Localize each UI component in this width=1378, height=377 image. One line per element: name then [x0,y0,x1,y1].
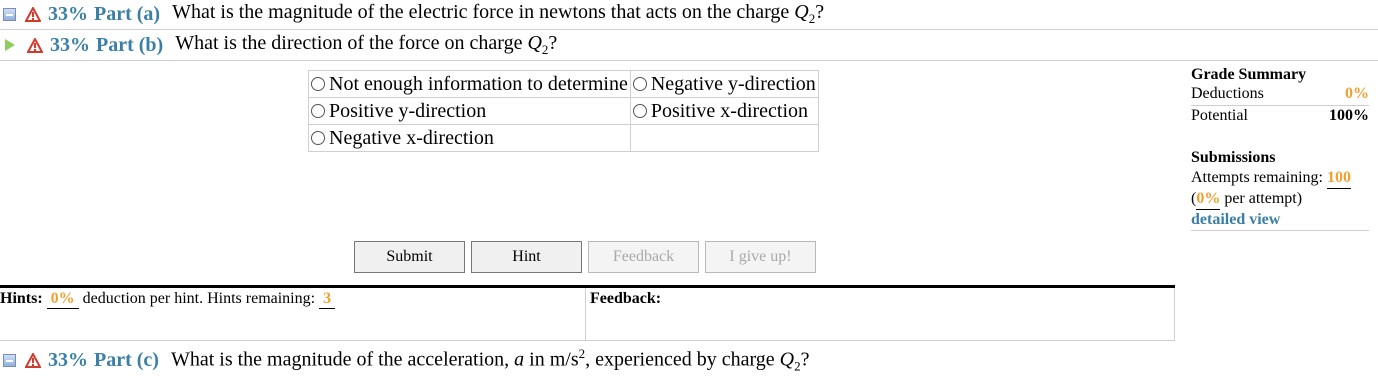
part-c-percent: 33% [48,348,88,371]
deductions-value: 0% [1345,85,1369,102]
part-c-header[interactable]: 33% Part (c) What is the magnitude of th… [0,346,809,374]
empty-cell [629,124,819,152]
option-label: Positive x-direction [650,99,809,122]
potential-label: Potential [1191,107,1248,124]
part-b-question: What is the direction of the force on ch… [175,32,558,57]
divider [0,60,1378,61]
hints-info: Hints: 0% deduction per hint. Hints rema… [0,290,336,309]
option-cell[interactable]: Negative x-direction [308,124,631,152]
attempts-line: Attempts remaining: 100 [1191,168,1369,189]
warning-icon [25,352,41,368]
per-attempt-line: (0% per attempt) [1191,189,1369,210]
option-label: Negative x-direction [329,126,494,149]
part-a-percent: 33% [48,2,88,25]
option-label: Negative y-direction [650,72,816,95]
play-icon[interactable] [5,39,15,51]
submit-button[interactable]: Submit [354,241,465,273]
part-a-label: Part (a) [94,2,161,25]
option-cell[interactable]: Positive y-direction [308,97,631,125]
feedback-button: Feedback [588,241,699,273]
part-b-percent: 33% [50,33,90,56]
option-label: Positive y-direction [329,99,487,122]
give-up-button: I give up! [705,241,816,273]
direction-options: Not enough information to determine Nega… [308,70,819,152]
part-b-header[interactable]: 33% Part (b) What is the direction of th… [0,31,557,59]
option-label: Not enough information to determine [329,72,628,95]
option-cell[interactable]: Not enough information to determine [308,70,631,98]
radio-button[interactable] [632,76,647,91]
part-b-label: Part (b) [96,33,164,56]
submissions-panel: Submissions Attempts remaining: 100 (0% … [1191,148,1369,231]
radio-button[interactable] [311,130,325,145]
hint-button[interactable]: Hint [471,241,582,273]
radio-button[interactable] [311,76,325,91]
feedback-panel: Feedback: [585,288,1175,340]
part-a-header[interactable]: 33% Part (a) What is the magnitude of th… [0,0,824,28]
submissions-title: Submissions [1191,149,1276,166]
potential-value: 100% [1329,107,1369,124]
divider [0,340,1175,341]
radio-button[interactable] [311,103,325,118]
attempts-value: 100 [1326,168,1351,189]
option-cell[interactable]: Positive x-direction [629,97,819,125]
warning-icon [25,6,41,22]
part-c-label: Part (c) [94,348,159,371]
warning-icon [27,37,43,53]
option-cell[interactable]: Negative y-direction [629,70,819,98]
radio-button[interactable] [632,103,647,118]
deductions-label: Deductions [1191,85,1264,102]
feedback-label: Feedback: [590,290,662,307]
part-a-question: What is the magnitude of the electric fo… [172,1,825,26]
collapse-icon[interactable] [3,353,16,367]
divider [0,29,1378,30]
hints-remaining: 3 [319,290,336,309]
grade-summary-title: Grade Summary [1191,66,1307,83]
part-c-question: What is the magnitude of the acceleratio… [170,345,810,374]
grade-summary: Grade Summary Deductions 0% Potential 10… [1191,66,1369,126]
collapse-icon[interactable] [3,7,16,21]
hint-deduction: 0% [46,290,79,309]
detailed-view-link[interactable]: detailed view [1191,210,1369,231]
